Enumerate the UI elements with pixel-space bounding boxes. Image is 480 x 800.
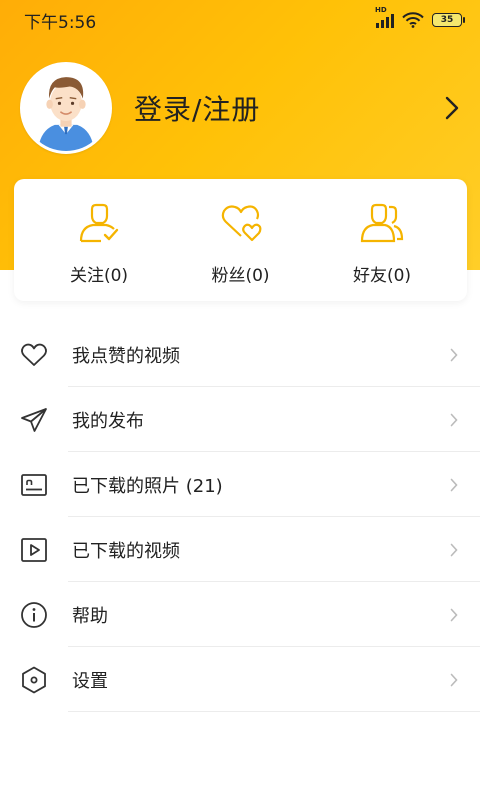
stat-fans-label: 粉丝(0) <box>211 266 270 286</box>
stat-fans[interactable]: 粉丝(0) <box>176 179 306 301</box>
menu-item-label: 帮助 <box>72 605 108 627</box>
menu-item-my-posts[interactable]: 我的发布 <box>0 387 480 452</box>
chevron-right-icon <box>450 543 458 556</box>
fans-heart-icon <box>221 205 261 242</box>
profile-screen: 下午5:56 HD 35 登录/注册 关注(0) 粉丝(0) 好友(0) 我点赞… <box>0 0 480 800</box>
status-bar: 下午5:56 HD 35 <box>0 0 480 40</box>
paper-plane-icon <box>21 407 47 432</box>
status-time: 下午5:56 <box>24 12 97 33</box>
menu-item-label: 我的发布 <box>72 410 144 432</box>
photo-icon <box>21 473 47 496</box>
menu-item-liked-videos[interactable]: 我点赞的视频 <box>0 322 480 387</box>
divider <box>68 711 480 712</box>
stat-follow-label: 关注(0) <box>69 266 129 286</box>
status-icons: HD 35 <box>375 6 465 28</box>
stats-card: 关注(0) 粉丝(0) 好友(0) <box>14 179 467 301</box>
menu-item-label: 我点赞的视频 <box>72 345 180 367</box>
menu-item-label: 已下载的照片 (21) <box>72 475 223 497</box>
user-avatar-icon[interactable] <box>20 62 112 154</box>
chevron-right-icon[interactable] <box>442 96 462 120</box>
chevron-right-icon <box>450 673 458 686</box>
login-register-label[interactable]: 登录/注册 <box>134 88 442 128</box>
stat-follow[interactable]: 关注(0) <box>34 179 164 301</box>
settings-hexagon-icon <box>22 666 46 693</box>
heart-icon <box>21 343 47 366</box>
menu-item-downloaded-photos[interactable]: 已下载的照片 (21) <box>0 452 480 517</box>
follow-user-icon <box>79 203 119 243</box>
wifi-icon <box>402 12 424 28</box>
menu-item-label: 已下载的视频 <box>72 540 180 562</box>
chevron-right-icon <box>450 413 458 426</box>
chevron-right-icon <box>450 348 458 361</box>
chevron-right-icon <box>450 608 458 621</box>
network-type-label: HD <box>375 6 387 14</box>
stat-friends-label: 好友(0) <box>352 266 412 286</box>
menu-item-help[interactable]: 帮助 <box>0 582 480 647</box>
menu-item-downloaded-videos[interactable]: 已下载的视频 <box>0 517 480 582</box>
chevron-right-icon <box>450 478 458 491</box>
menu-item-settings[interactable]: 设置 <box>0 647 480 712</box>
battery-icon: 35 <box>432 13 465 27</box>
signal-icon: HD <box>375 6 394 28</box>
info-icon <box>21 601 47 628</box>
stat-friends[interactable]: 好友(0) <box>317 179 447 301</box>
menu-list: 我点赞的视频 我的发布 已下载的照片 (21) 已下载的视频 帮助 设置 <box>0 322 480 712</box>
video-play-icon <box>21 537 47 562</box>
battery-level: 35 <box>440 15 454 25</box>
menu-item-label: 设置 <box>72 670 108 692</box>
friends-icon <box>360 203 404 243</box>
profile-login-row[interactable]: 登录/注册 <box>20 62 470 154</box>
